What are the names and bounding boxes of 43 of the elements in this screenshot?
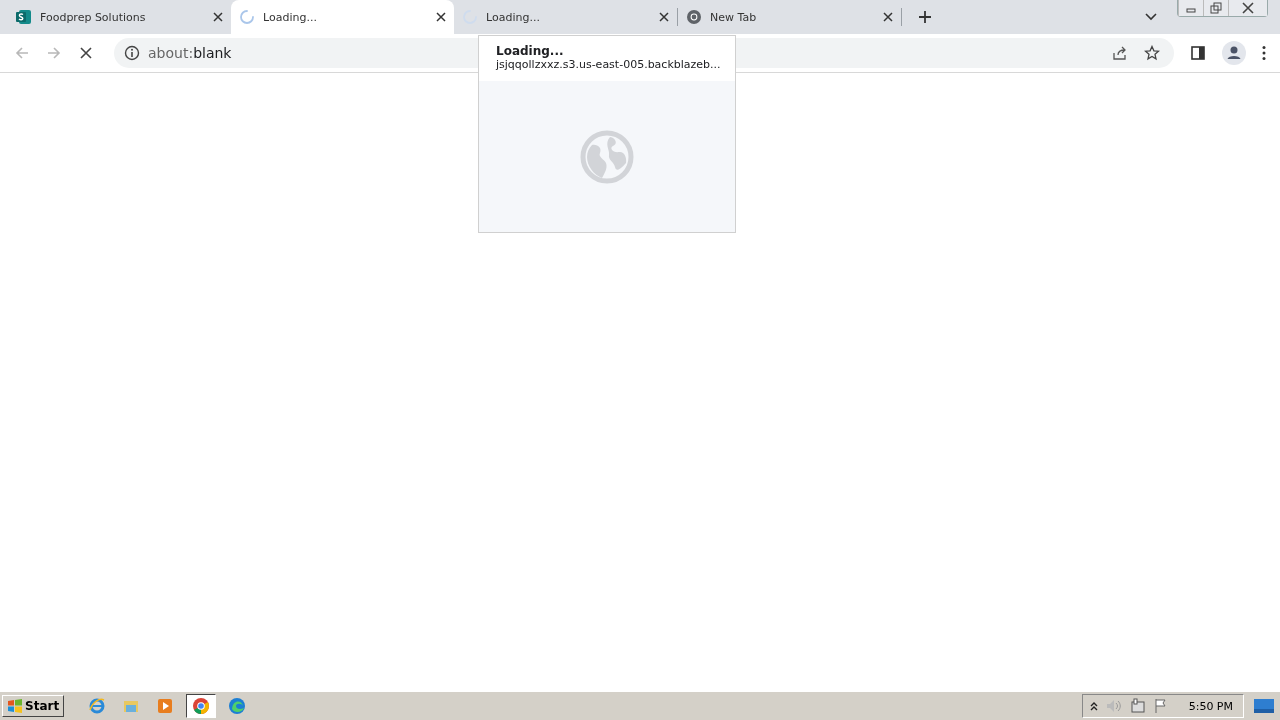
star-icon[interactable] bbox=[1144, 45, 1160, 61]
close-icon[interactable] bbox=[436, 12, 446, 22]
flag-icon[interactable] bbox=[1152, 698, 1169, 714]
taskbar-app-button[interactable] bbox=[186, 694, 217, 718]
tab-title: New Tab bbox=[710, 10, 758, 24]
close-icon[interactable] bbox=[659, 12, 669, 22]
side-panel-icon[interactable] bbox=[1190, 45, 1206, 61]
close-button[interactable] bbox=[1228, 0, 1267, 16]
browser-e-icon bbox=[88, 697, 107, 715]
clock-text[interactable]: 5:50 PM bbox=[1188, 699, 1233, 713]
new-tab-icon[interactable] bbox=[918, 10, 932, 24]
globe-icon bbox=[580, 129, 634, 184]
windows-logo-icon bbox=[7, 698, 23, 714]
browser-logo-icon bbox=[192, 697, 211, 715]
show-hidden-icon[interactable] bbox=[1088, 700, 1099, 712]
browser-tab[interactable]: New Tab bbox=[678, 0, 901, 34]
restore-icon bbox=[1210, 2, 1222, 14]
address-text[interactable]: about:blank bbox=[148, 45, 232, 61]
share-icon[interactable] bbox=[1112, 45, 1128, 61]
browser-tab[interactable]: Loading... bbox=[454, 0, 677, 34]
browser-logo-icon bbox=[686, 9, 702, 25]
hover-card-title: Loading... bbox=[496, 44, 565, 58]
close-icon[interactable] bbox=[883, 12, 893, 22]
stop-icon[interactable] bbox=[78, 45, 94, 61]
tab-title: Loading... bbox=[263, 10, 318, 24]
tab-title: Foodprep Solutions bbox=[40, 10, 147, 24]
start-button[interactable]: Start bbox=[2, 695, 65, 717]
close-icon[interactable] bbox=[213, 12, 223, 22]
browser-tab[interactable]: Foodprep Solutions bbox=[8, 0, 231, 34]
wave-browser-icon bbox=[228, 697, 247, 715]
tab-title: Loading... bbox=[486, 10, 541, 24]
browser-tab[interactable]: Loading... bbox=[231, 0, 454, 34]
spinner-icon bbox=[239, 9, 255, 25]
document-app-icon bbox=[16, 9, 32, 25]
info-icon[interactable] bbox=[124, 45, 140, 61]
hover-card-url: jsjqqollzxxz.s3.us-east-005.backblazeb... bbox=[496, 58, 718, 71]
play-icon bbox=[156, 697, 175, 715]
profile-icon[interactable] bbox=[1222, 41, 1246, 65]
menu-icon[interactable] bbox=[1262, 45, 1266, 61]
restore-button[interactable] bbox=[1203, 0, 1228, 16]
tab-search-icon[interactable] bbox=[1145, 13, 1157, 21]
close-icon bbox=[1242, 2, 1254, 14]
network-icon[interactable] bbox=[1128, 698, 1147, 714]
